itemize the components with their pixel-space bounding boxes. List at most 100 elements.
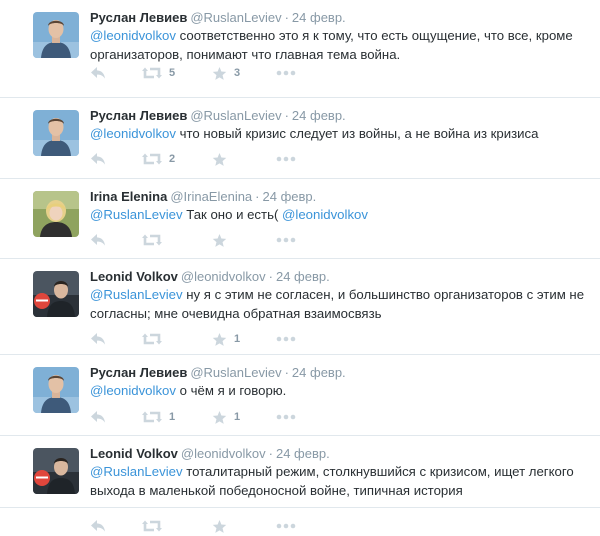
author-fullname[interactable]: Irina Elenina [90,189,167,204]
more-button[interactable] [276,516,296,536]
favorite-button[interactable]: 3 [212,63,240,83]
tweet-header: Руслан Левиев @RuslanLeviev · 24 февр. [90,107,346,125]
author-username[interactable]: @RuslanLeviev [190,10,281,25]
avatar-image [33,191,79,237]
tweet[interactable]: Руслан Левиев @RuslanLeviev · 24 февр. @leo… [0,0,600,98]
tweet-timestamp[interactable]: 24 февр. [292,365,346,380]
tweet-actions: 2 [90,149,310,169]
author-username[interactable]: @leonidvolkov [181,269,266,284]
separator-dot: · [284,10,289,25]
reply-button[interactable] [90,407,106,427]
tweet-timestamp[interactable]: 24 февр. [292,108,346,123]
avatar[interactable] [33,12,79,58]
more-button[interactable] [276,407,296,427]
retweet-icon [142,333,162,345]
tweet[interactable]: Leonid Volkov @leonidvolkov · 24 февр. @Rus… [0,259,600,355]
reply-button[interactable] [90,63,106,83]
mention-link[interactable]: @leonidvolkov [90,383,176,398]
retweet-icon [142,411,162,423]
reply-button[interactable] [90,230,106,250]
more-icon [276,336,296,342]
tweet-header: Руслан Левиев @RuslanLeviev · 24 февр. [90,9,346,27]
mention-link[interactable]: @RuslanLeviev [90,207,183,222]
more-button[interactable] [276,230,296,250]
author-username[interactable]: @IrinaElenina [170,189,252,204]
avatar[interactable] [33,110,79,156]
mention-link[interactable]: @RuslanLeviev [90,287,183,302]
favorite-count: 3 [234,67,241,79]
reply-button[interactable] [90,329,106,349]
avatar-image [33,271,79,317]
tweet-header: Leonid Volkov @leonidvolkov · 24 февр. [90,445,330,463]
mention-link[interactable]: @leonidvolkov [90,28,176,43]
star-icon [212,233,227,247]
avatar-image [33,448,79,494]
tweet-text-segment: Так оно и есть( [182,207,282,222]
tweet-header: Руслан Левиев @RuslanLeviev · 24 февр. [90,364,346,382]
retweet-count: 1 [169,411,176,423]
separator-dot: · [255,189,260,204]
tweet-text: @leonidvolkov что новый кризис следует и… [90,125,590,144]
retweet-count: 5 [169,67,176,79]
tweet[interactable]: Руслан Левиев @RuslanLeviev · 24 февр. @leo… [0,355,600,436]
retweet-button[interactable] [142,230,169,250]
more-icon [276,70,296,76]
mention-link[interactable]: @leonidvolkov [90,126,176,141]
mention-link[interactable]: @leonidvolkov [282,207,368,222]
retweet-button[interactable]: 5 [142,63,175,83]
more-button[interactable] [276,63,296,83]
author-fullname[interactable]: Руслан Левиев [90,108,187,123]
favorite-button[interactable] [212,516,234,536]
tweet[interactable]: Irina Elenina @IrinaElenina · 24 февр. @Rus… [0,179,600,259]
favorite-count: 1 [234,411,241,423]
author-fullname[interactable]: Leonid Volkov [90,269,178,284]
more-button[interactable] [276,149,296,169]
favorite-button[interactable] [212,230,234,250]
reply-icon [91,234,105,246]
reply-icon [91,411,105,423]
mention-link[interactable]: @RuslanLeviev [90,464,183,479]
author-username[interactable]: @leonidvolkov [181,446,266,461]
retweet-button[interactable] [142,516,169,536]
favorite-count: 1 [234,333,241,345]
tweet-timestamp[interactable]: 24 февр. [276,269,330,284]
retweet-button[interactable]: 1 [142,407,175,427]
retweet-button[interactable] [142,329,169,349]
tweet-text: @RuslanLeviev Так оно и есть( @leonidvol… [90,206,590,225]
avatar[interactable] [33,448,79,494]
more-icon [276,523,296,529]
tweet-timestamp[interactable]: 24 февр. [263,189,317,204]
avatar-image [33,110,79,156]
more-button[interactable] [276,329,296,349]
tweet-timestamp[interactable]: 24 февр. [292,10,346,25]
author-fullname[interactable]: Leonid Volkov [90,446,178,461]
tweet[interactable]: Leonid Volkov @leonidvolkov · 24 февр. @Rus… [0,436,600,533]
author-username[interactable]: @RuslanLeviev [190,365,281,380]
reply-button[interactable] [90,149,106,169]
retweet-button[interactable]: 2 [142,149,175,169]
star-icon [212,410,227,424]
tweet-feed: Руслан Левиев @RuslanLeviev · 24 февр. @leo… [0,0,600,533]
favorite-button[interactable]: 1 [212,407,240,427]
retweet-icon [142,153,162,165]
separator-dot: · [268,446,273,461]
favorite-button[interactable]: 1 [212,329,240,349]
avatar-image [33,12,79,58]
more-icon [276,414,296,420]
reply-button[interactable] [90,516,106,536]
avatar[interactable] [33,271,79,317]
author-fullname[interactable]: Руслан Левиев [90,365,187,380]
tweet-actions [90,230,310,250]
tweet-actions: 1 [90,329,310,349]
author-fullname[interactable]: Руслан Левиев [90,10,187,25]
star-icon [212,332,227,346]
separator-dot: · [284,108,289,123]
avatar[interactable] [33,367,79,413]
avatar[interactable] [33,191,79,237]
retweet-icon [142,67,162,79]
favorite-button[interactable] [212,149,234,169]
tweet[interactable]: Руслан Левиев @RuslanLeviev · 24 февр. @leo… [0,98,600,179]
tweet-timestamp[interactable]: 24 февр. [276,446,330,461]
tweet-text: @leonidvolkov о чём я и говорю. [90,382,590,401]
author-username[interactable]: @RuslanLeviev [190,108,281,123]
